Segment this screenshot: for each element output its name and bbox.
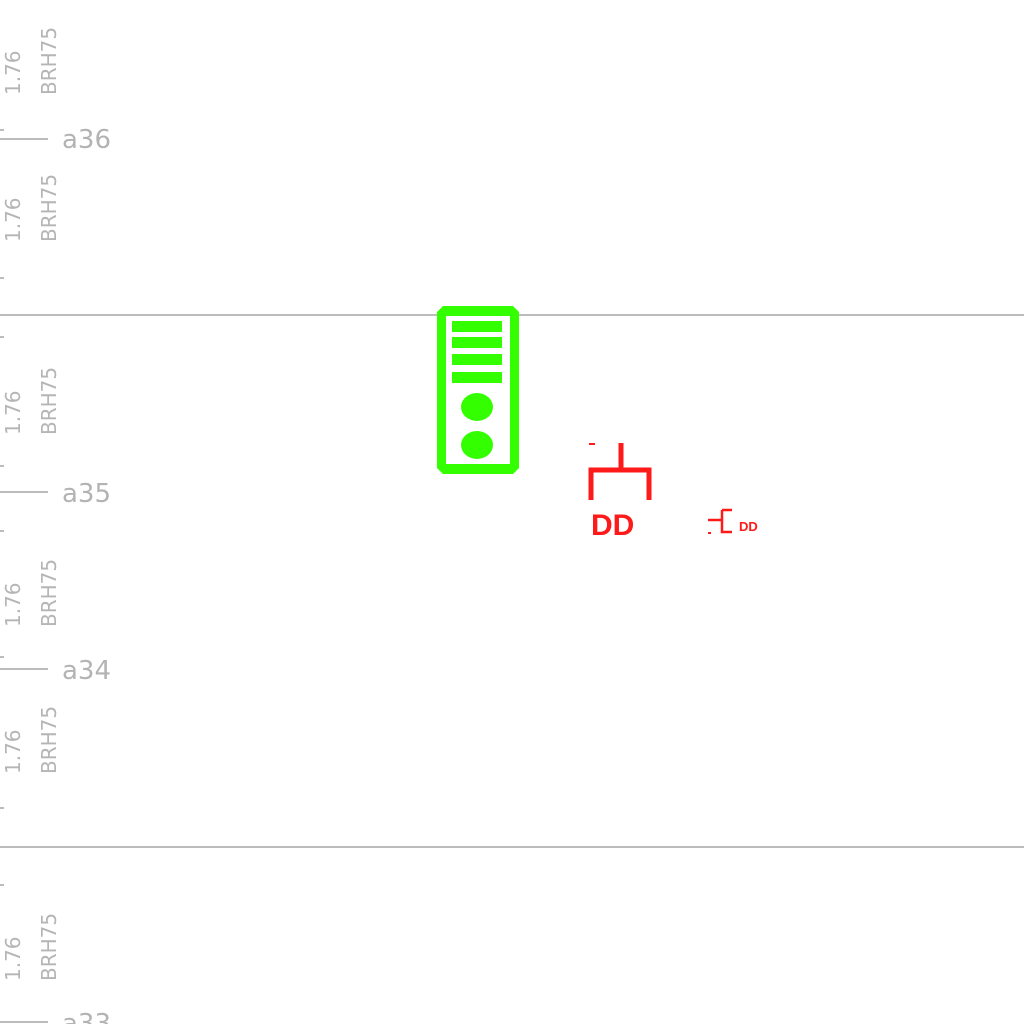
signal-head-icon[interactable]	[437, 306, 519, 474]
kilometre-label: a35	[62, 479, 111, 509]
equipment-label-small: DD	[739, 519, 758, 534]
kilometre-post-a36: a36	[0, 125, 111, 155]
kilometre-post-a35: a35	[0, 479, 111, 509]
small-equipment-icon[interactable]: DD	[708, 508, 758, 534]
track-equipment-icon[interactable]: DD	[588, 443, 652, 542]
equipment-label: DD	[591, 509, 634, 542]
svg-text:1.76: 1.76	[1, 390, 25, 435]
svg-text:BRH75: BRH75	[37, 913, 61, 981]
svg-text:1.76: 1.76	[1, 936, 25, 981]
svg-text:BRH75: BRH75	[37, 706, 61, 774]
section-label: 1.76 BRH75	[1, 27, 61, 95]
svg-text:1.76: 1.76	[1, 50, 25, 95]
section-label: 1.76 BRH75	[1, 367, 61, 435]
track-map-canvas: a36 a35 a34 a33 1.76 BRH75 1.76 BRH75 1.…	[0, 27, 1024, 1024]
svg-text:1.76: 1.76	[1, 582, 25, 627]
section-label: 1.76 BRH75	[1, 706, 61, 774]
kilometre-label: a36	[62, 125, 111, 155]
svg-text:BRH75: BRH75	[37, 27, 61, 95]
svg-text:BRH75: BRH75	[37, 174, 61, 242]
section-label: 1.76 BRH75	[1, 559, 61, 627]
svg-text:1.76: 1.76	[1, 197, 25, 242]
kilometre-post-a33: a33	[0, 1009, 111, 1024]
kilometre-label: a34	[62, 656, 111, 686]
svg-text:BRH75: BRH75	[37, 367, 61, 435]
kilometre-label: a33	[62, 1009, 111, 1024]
svg-text:BRH75: BRH75	[37, 559, 61, 627]
section-label: 1.76 BRH75	[1, 913, 61, 981]
section-label: 1.76 BRH75	[1, 174, 61, 242]
svg-text:1.76: 1.76	[1, 729, 25, 774]
kilometre-post-a34: a34	[0, 656, 111, 686]
